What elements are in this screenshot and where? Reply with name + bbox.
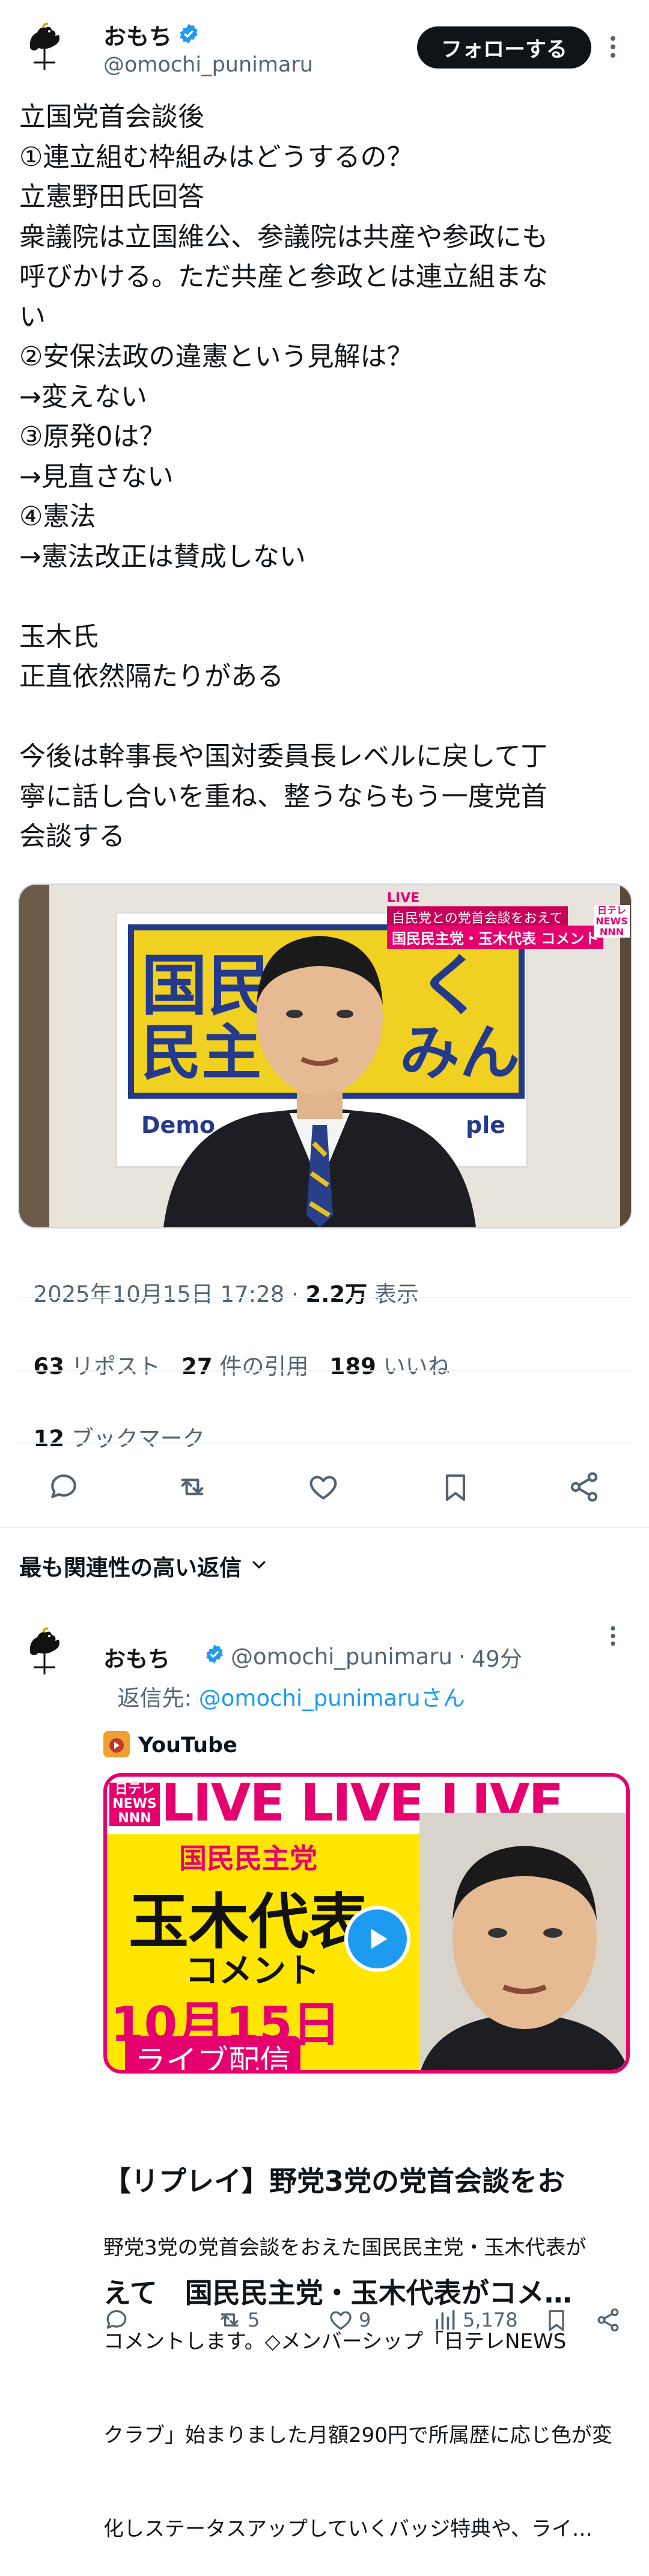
reply-like-button[interactable]: 9 — [328, 2307, 371, 2333]
tweet-line: ​ — [19, 697, 632, 737]
reply-icon[interactable] — [47, 1470, 81, 1504]
reply-to-handle[interactable]: @omochi_punimaruさん — [199, 1685, 465, 1711]
reply-repost-count: 5 — [248, 2309, 260, 2331]
link-card-description: 野党3党の党首会談をおえた国民民主党・玉木代表が コメントします。◇メンバーシッ… — [103, 2236, 612, 2541]
author-name[interactable]: おもち — [103, 18, 172, 51]
views-count: 2.2万 — [305, 1281, 368, 1307]
tweet-date[interactable]: 2025年10月15日 17:28 — [34, 1281, 285, 1307]
divider — [18, 1442, 631, 1444]
reposts-stat[interactable]: 63 リポスト — [34, 1354, 160, 1379]
author-handle[interactable]: @omochi_punimaru — [103, 53, 313, 77]
tweet-line: 立国党首会談後 — [19, 102, 204, 132]
likes-stat[interactable]: 189 いいね — [330, 1354, 450, 1379]
thumb-stream: ライブ配信 — [125, 2036, 301, 2070]
reply-author-avatar[interactable] — [17, 1623, 72, 1678]
replies-sort-label: 最も関連性の高い返信 — [19, 1555, 242, 1581]
link-card-thumbnail[interactable]: LIVE LIVE LIVE 日テレ NEWS NNN 国民民主党 玉木代表 コ… — [103, 1773, 630, 2074]
repost-icon — [221, 2313, 239, 2327]
views-chart-icon — [436, 2310, 455, 2330]
reply-reply-button[interactable] — [103, 2307, 130, 2336]
tweet-line: ④憲法 — [19, 501, 96, 532]
divider — [18, 1370, 631, 1372]
bookmark-icon — [549, 2310, 564, 2331]
youtube-favicon-icon — [103, 1731, 130, 1760]
reply-views-count: 5,178 — [463, 2309, 518, 2331]
tweet-line: 立憲野田氏回答 — [19, 182, 204, 212]
media-caption-2: 国民民主党・玉木代表 コメント — [387, 926, 604, 949]
rooster-weathervane-icon — [17, 18, 72, 73]
thumb-network-logo: 日テレ NEWS NNN — [109, 1783, 160, 1826]
tweet-media-image[interactable]: 国民 く 民主 みん Demo ple LIVE 自民党との党首会談をおえて 国… — [18, 884, 632, 1228]
live-badge: LIVE — [387, 891, 420, 906]
chevron-down-icon — [250, 1555, 268, 1576]
author-avatar[interactable] — [17, 18, 72, 73]
tweet-line: 今後は幹事長や国対委員長レベルに戻して丁 — [19, 741, 547, 772]
reply-repost-button[interactable]: 5 — [216, 2307, 260, 2333]
tweet-line: →憲法改正は賛成しない — [19, 541, 306, 572]
tweet-line: 会談する — [19, 821, 125, 852]
engagement-stats: 63 リポスト 27 件の引用 189 いいね — [19, 1322, 450, 1381]
reply-bookmark-button[interactable] — [543, 2307, 570, 2336]
bookmarks-stat[interactable]: 12 ブックマーク — [19, 1394, 205, 1453]
tweet-line: ③原発0は？ — [19, 421, 166, 452]
tweet-line: 衆議院は立国維公、参議院は共産や参政にも — [19, 221, 548, 252]
bookmark-icon[interactable] — [439, 1470, 472, 1504]
reply-to: 返信先: @omochi_punimaruさん — [117, 1685, 465, 1711]
quotes-stat[interactable]: 27 件の引用 — [181, 1354, 308, 1379]
reply-share-button[interactable] — [595, 2307, 621, 2336]
youtube-source-label: YouTube — [138, 1733, 237, 1757]
tweet-text: 立国党首会談後 ①連立組む枠組みはどうするの？ 立憲野田氏回答 衆議院は立国維公… — [19, 97, 632, 857]
views-label: 表示 — [374, 1281, 419, 1307]
tweet-line: 寧に話し合いを重ね、整うならもう一度党首 — [19, 781, 547, 812]
rooster-weathervane-icon — [17, 1623, 72, 1678]
divider — [18, 1297, 631, 1298]
like-icon — [330, 2311, 352, 2330]
reply-icon — [106, 2310, 127, 2329]
thumb-party: 国民民主党 — [179, 1842, 317, 1875]
tweet-meta: 2025年10月15日 17:28 · 2.2万 表示 — [33, 1281, 419, 1307]
speaker-figure — [163, 936, 476, 1227]
share-icon — [597, 2308, 619, 2332]
like-icon[interactable] — [306, 1470, 340, 1504]
reply-like-count: 9 — [359, 2309, 371, 2331]
replies-sort-dropdown[interactable]: 最も関連性の高い返信 — [19, 1549, 268, 1582]
more-options-icon[interactable] — [608, 1624, 618, 1650]
more-options-icon[interactable] — [608, 34, 618, 63]
tweet-line: ​ — [19, 577, 632, 617]
youtube-source: YouTube — [103, 1731, 237, 1760]
reply-views-button[interactable]: 5,178 — [431, 2307, 518, 2333]
thumb-comment: コメント — [185, 1952, 320, 1991]
network-logo: 日テレ NEWS NNN — [594, 905, 630, 938]
tweet-line: ①連立組む枠組みはどうするの？ — [19, 141, 413, 172]
divider — [0, 1527, 649, 1528]
repost-icon[interactable] — [175, 1470, 209, 1504]
tweet-line: い — [19, 301, 46, 332]
media-caption-1: 自民党との党首会談をおえて — [387, 906, 568, 928]
tweet-line: 玉木氏 — [19, 621, 99, 652]
tweet-line: 呼びかける。ただ共産と参政とは連立組まな — [19, 261, 548, 292]
tweet-line: 正直依然隔たりがある — [19, 661, 284, 692]
author-name-row: おもち — [103, 18, 200, 51]
tweet-line: →変えない — [19, 381, 147, 412]
tweet-line: ②安保法政の違憲という見解は？ — [19, 341, 413, 372]
reply-time[interactable]: 49分 — [472, 1641, 522, 1673]
tweet-line: →見直さない — [19, 461, 174, 492]
thumb-speaker-photo — [419, 1813, 626, 2070]
play-button-icon[interactable] — [344, 1906, 410, 1972]
follow-button[interactable]: フォローする — [417, 26, 591, 69]
verified-badge-icon — [178, 23, 200, 47]
share-icon[interactable] — [567, 1470, 601, 1504]
